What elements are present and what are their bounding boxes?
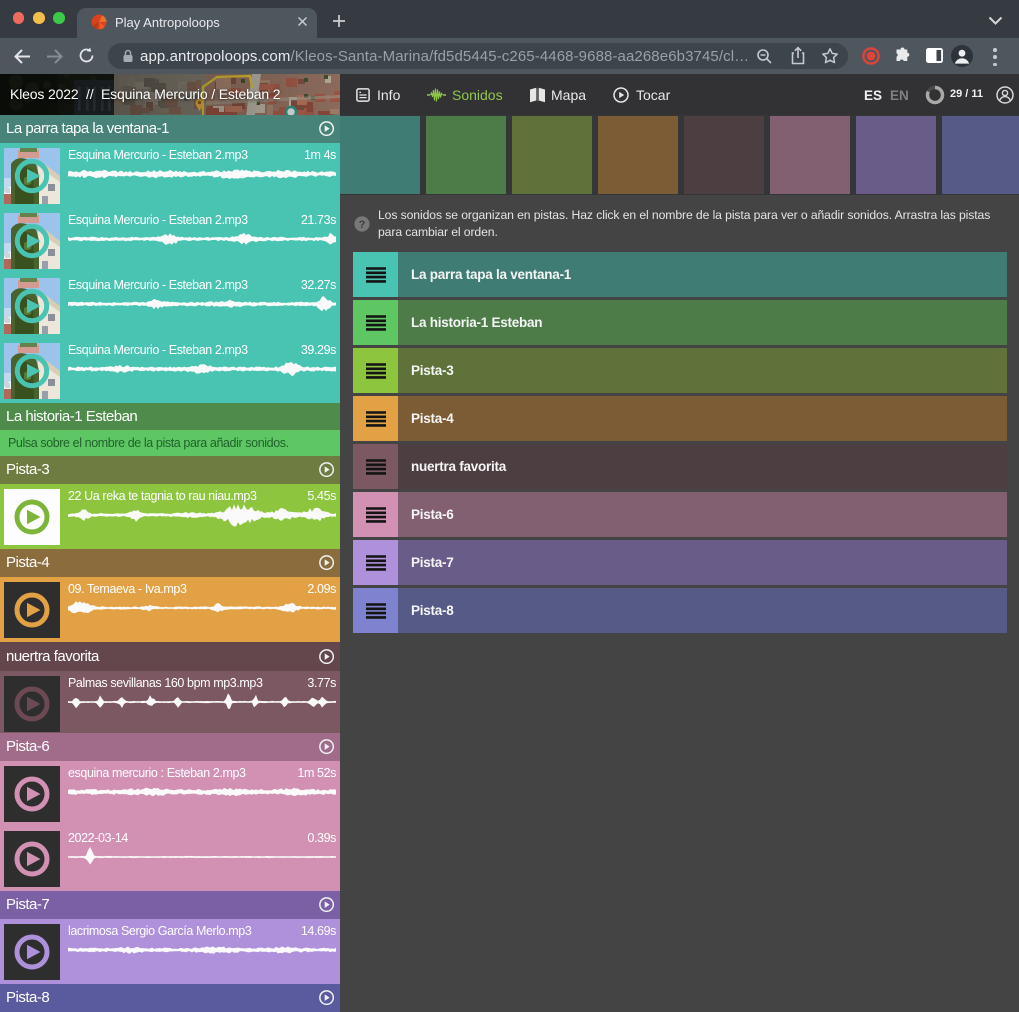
svg-text:?: ? xyxy=(359,219,366,231)
